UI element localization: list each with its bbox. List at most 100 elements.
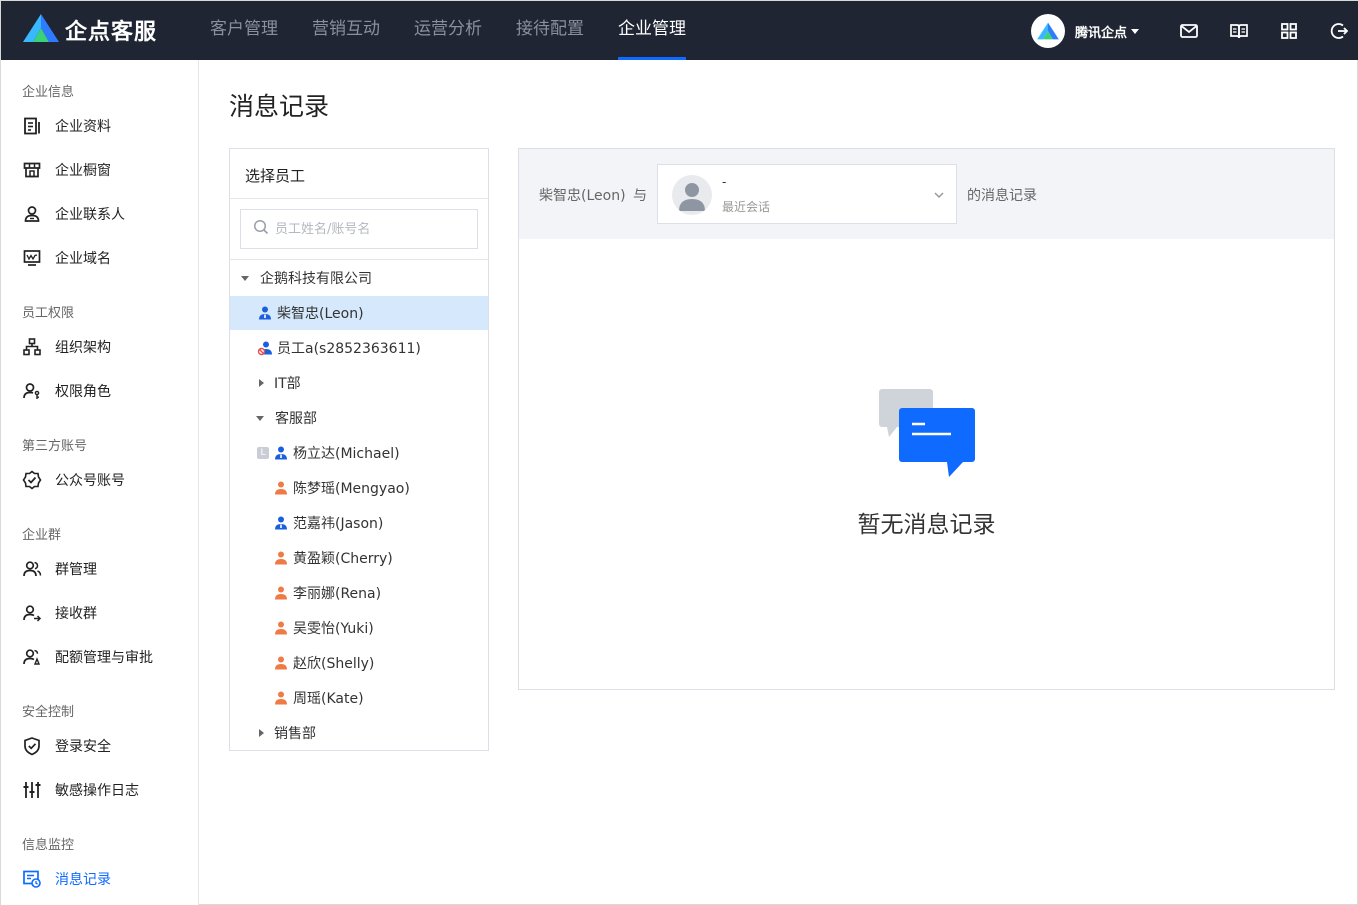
sidebar-item-label: 企业资料 xyxy=(55,119,111,135)
sidebar-item-label: 接收群 xyxy=(55,606,97,622)
tree-node-label: 范嘉祎(Jason) xyxy=(293,516,384,532)
sidebar-item-org-structure[interactable]: 组织架构 xyxy=(22,334,111,360)
sidebar-item-permission-role[interactable]: 权限角色 xyxy=(22,378,111,404)
tree-node-employee[interactable]: 员工a(s2852363611) xyxy=(230,331,488,365)
tree-node-employee[interactable]: L 杨立达(Michael) xyxy=(230,436,488,470)
tree-node-label: 员工a(s2852363611) xyxy=(277,341,421,357)
conversation-select[interactable]: - 最近会话 xyxy=(657,164,957,224)
person-icon xyxy=(273,690,289,706)
tree-node-dept-sales[interactable]: 销售部 xyxy=(230,716,488,750)
tree-node-employee[interactable]: 黄盈颖(Cherry) xyxy=(230,541,488,575)
sidebar-item-label: 组织架构 xyxy=(55,340,111,356)
tree-node-label: IT部 xyxy=(274,376,301,392)
employee-search-input[interactable] xyxy=(275,221,465,237)
with-label: 与 xyxy=(633,188,647,204)
tree-node-employee[interactable]: 范嘉祎(Jason) xyxy=(230,506,488,540)
app-logo[interactable]: 企点客服 xyxy=(21,14,157,46)
book-icon[interactable] xyxy=(1229,21,1249,41)
account-menu[interactable]: 腾讯企点 xyxy=(1031,14,1140,48)
account-name: 腾讯企点 xyxy=(1075,25,1128,41)
empty-state-text: 暂无消息记录 xyxy=(857,512,996,538)
expand-arrow-icon[interactable] xyxy=(256,415,264,421)
tree-node-employee[interactable]: 陈梦瑶(Mengyao) xyxy=(230,471,488,505)
sidebar-item-enterprise-showcase[interactable]: 企业橱窗 xyxy=(22,157,111,183)
sidebar-item-group-management[interactable]: 群管理 xyxy=(22,556,97,582)
tree-node-employee[interactable]: 吴雯怡(Yuki) xyxy=(230,611,488,645)
message-record-panel: 柴智忠(Leon) 与 - 最近会话 的消息记录 暂无消息记录 xyxy=(518,148,1335,690)
empty-chat-icon xyxy=(879,389,975,479)
collapse-arrow-icon[interactable] xyxy=(259,379,264,387)
sidebar-item-label: 公众号账号 xyxy=(55,473,125,489)
tree-node-employee[interactable]: 李丽娜(Rena) xyxy=(230,576,488,610)
sidebar: 企业信息 企业资料 企业橱窗 企业联系人 企业域名 员工权限 组织架构 权限角色… xyxy=(1,60,199,905)
message-record-icon xyxy=(22,869,42,889)
nav-marketing[interactable]: 营销互动 xyxy=(295,1,397,60)
sidebar-item-message-record[interactable]: 消息记录 xyxy=(22,866,111,892)
quota-icon xyxy=(22,647,42,667)
tree-node-employee[interactable]: 赵欣(Shelly) xyxy=(230,646,488,680)
person-icon xyxy=(273,480,289,496)
sidebar-item-login-security[interactable]: 登录安全 xyxy=(22,733,111,759)
top-bar: 企点客服 客户管理 营销互动 运营分析 接待配置 企业管理 腾讯企点 xyxy=(1,1,1358,60)
mail-icon[interactable] xyxy=(1179,21,1199,41)
sidebar-item-sensitive-log[interactable]: 敏感操作日志 xyxy=(22,777,139,803)
sidebar-item-enterprise-contact[interactable]: 企业联系人 xyxy=(22,201,125,227)
role-icon xyxy=(22,381,42,401)
person-disabled-icon xyxy=(257,340,273,356)
message-record-header: 柴智忠(Leon) 与 - 最近会话 的消息记录 xyxy=(519,149,1334,239)
logout-icon[interactable] xyxy=(1329,21,1349,41)
account-logo-icon xyxy=(1037,22,1059,40)
tree-node-label: 李丽娜(Rena) xyxy=(293,586,382,602)
sidebar-item-receive-group[interactable]: 接收群 xyxy=(22,600,97,626)
tree-node-label: 黄盈颖(Cherry) xyxy=(293,551,393,567)
tree-node-label: 赵欣(Shelly) xyxy=(293,656,375,672)
tree-node-dept-it[interactable]: IT部 xyxy=(230,366,488,400)
sidebar-item-label: 配额管理与审批 xyxy=(55,650,153,666)
sidebar-group-enterprise-info: 企业信息 xyxy=(22,85,75,100)
sidebar-item-official-account[interactable]: 公众号账号 xyxy=(22,467,125,493)
tree-node-company[interactable]: 企鹅科技有限公司 xyxy=(230,261,488,295)
tree-node-dept-service[interactable]: 客服部 xyxy=(230,401,488,435)
nav-enterprise-management[interactable]: 企业管理 xyxy=(601,1,703,60)
shield-check-icon xyxy=(22,736,42,756)
apps-grid-icon[interactable] xyxy=(1279,21,1299,41)
sidebar-item-label: 敏感操作日志 xyxy=(55,783,139,799)
tree-node-label: 销售部 xyxy=(274,726,316,742)
sidebar-item-label: 登录安全 xyxy=(55,739,111,755)
sidebar-item-label: 企业橱窗 xyxy=(55,163,111,179)
tree-node-label: 陈梦瑶(Mengyao) xyxy=(293,481,410,497)
message-record-suffix: 的消息记录 xyxy=(967,188,1037,204)
contact-person-icon xyxy=(22,204,42,224)
sidebar-group-security-control: 安全控制 xyxy=(22,705,75,720)
person-icon xyxy=(273,585,289,601)
person-icon xyxy=(273,620,289,636)
sidebar-item-enterprise-profile[interactable]: 企业资料 xyxy=(22,113,111,139)
app-name: 企点客服 xyxy=(65,20,158,45)
nav-customer-management[interactable]: 客户管理 xyxy=(193,1,295,60)
tree-node-label: 杨立达(Michael) xyxy=(293,446,400,462)
person-icon xyxy=(257,305,273,321)
sidebar-item-enterprise-domain[interactable]: 企业域名 xyxy=(22,245,111,271)
official-account-icon xyxy=(22,470,42,490)
nav-reception-config[interactable]: 接待配置 xyxy=(499,1,601,60)
sidebar-item-label: 群管理 xyxy=(55,562,97,578)
logo-icon xyxy=(21,13,61,47)
employee-search-box[interactable] xyxy=(240,209,478,249)
sidebar-item-quota-approval[interactable]: 配额管理与审批 xyxy=(22,644,153,670)
main-nav: 客户管理 营销互动 运营分析 接待配置 企业管理 xyxy=(193,1,703,60)
conversation-subtitle: 最近会话 xyxy=(722,200,771,214)
employee-select-panel: 选择员工 企鹅科技有限公司 柴智忠(Leon) 员工a(s2852363611)… xyxy=(229,148,489,751)
tree-node-label: 柴智忠(Leon) xyxy=(277,306,364,322)
tree-node-employee[interactable]: 周瑶(Kate) xyxy=(230,681,488,715)
receive-group-icon xyxy=(22,603,42,623)
expand-arrow-icon[interactable] xyxy=(241,275,249,281)
nav-analytics[interactable]: 运营分析 xyxy=(397,1,499,60)
page-title: 消息记录 xyxy=(229,92,330,121)
collapse-arrow-icon[interactable] xyxy=(259,729,264,737)
sidebar-item-label: 消息记录 xyxy=(55,872,111,888)
chevron-down-icon xyxy=(932,187,946,201)
person-icon xyxy=(273,550,289,566)
tree-node-employee[interactable]: 柴智忠(Leon) xyxy=(230,296,488,330)
group-icon xyxy=(22,559,42,579)
leader-badge: L xyxy=(257,447,269,459)
